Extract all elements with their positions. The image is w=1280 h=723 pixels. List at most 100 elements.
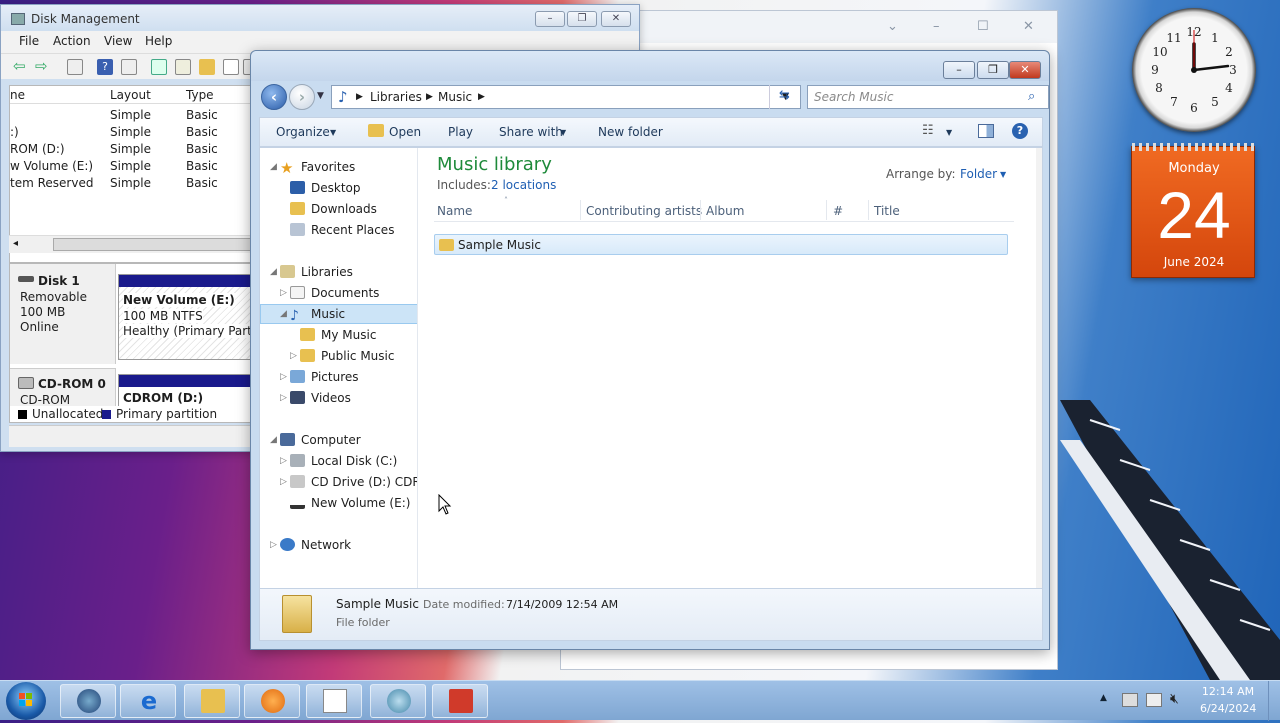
preview-pane-icon[interactable]: [978, 124, 994, 138]
expand-arrow-icon[interactable]: ▷: [280, 372, 287, 382]
nav-network[interactable]: Network: [280, 536, 351, 554]
taskbar-media-player[interactable]: [244, 684, 300, 718]
expand-arrow-icon[interactable]: ▷: [280, 393, 287, 403]
menu-action[interactable]: Action: [53, 34, 91, 48]
calendar-gadget[interactable]: Monday 24 June 2024: [1131, 143, 1256, 278]
taskbar-time[interactable]: 12:14 AM: [1200, 685, 1256, 698]
collapse-arrow-icon[interactable]: ◢: [270, 267, 277, 277]
forward-button[interactable]: ›: [289, 84, 315, 110]
vertical-scrollbar[interactable]: [1036, 148, 1042, 588]
folder-icon[interactable]: [199, 59, 215, 75]
organize-button[interactable]: Organize: [276, 125, 330, 139]
column-type[interactable]: Type: [186, 88, 214, 102]
clock-gadget[interactable]: 12 1 2 3 4 5 6 7 8 9 10 11: [1132, 8, 1256, 132]
search-box[interactable]: Search Music ⌕: [807, 85, 1049, 109]
recent-pages-chevron-icon[interactable]: ▼: [317, 91, 324, 101]
nav-libraries[interactable]: Libraries: [280, 263, 353, 281]
chevron-down-icon[interactable]: ⌄: [887, 19, 898, 34]
nav-my-music[interactable]: My Music: [300, 326, 376, 344]
show-hidden-icons-button[interactable]: ▲: [1100, 693, 1107, 703]
view-options-chevron-icon[interactable]: ▼: [946, 128, 952, 137]
column-number[interactable]: #: [833, 204, 843, 218]
taskbar-date[interactable]: 6/24/2024: [1200, 702, 1256, 715]
taskbar-explorer[interactable]: [184, 684, 240, 718]
minimize-button[interactable]: –: [933, 19, 940, 34]
maximize-button[interactable]: ☐: [977, 19, 989, 34]
show-desktop-button[interactable]: [1268, 681, 1280, 721]
refresh-icon[interactable]: [151, 59, 167, 75]
volume-e-block[interactable]: New Volume (E:) 100 MB NTFS Healthy (Pri…: [118, 274, 252, 360]
column-album[interactable]: Album: [706, 204, 744, 218]
collapse-arrow-icon[interactable]: ◢: [280, 309, 287, 319]
breadcrumb-separator-icon[interactable]: ▶: [356, 92, 363, 102]
expand-arrow-icon[interactable]: ▷: [270, 540, 277, 550]
breadcrumb-separator-icon[interactable]: ▶: [426, 92, 433, 102]
forward-arrow-icon[interactable]: ⇨: [35, 57, 51, 75]
search-input[interactable]: Search Music: [814, 90, 893, 104]
refresh-icon[interactable]: ⇆: [769, 85, 799, 109]
nav-cd-drive[interactable]: CD Drive (D:) CDROM: [290, 473, 417, 491]
expand-arrow-icon[interactable]: ▷: [280, 288, 287, 298]
horizontal-scrollbar[interactable]: ◂: [9, 235, 253, 253]
nav-local-disk[interactable]: Local Disk (C:): [290, 452, 397, 470]
help-icon[interactable]: ?: [97, 59, 113, 75]
column-name[interactable]: Name: [437, 204, 472, 218]
breadcrumb-music[interactable]: Music: [438, 90, 472, 104]
expand-arrow-icon[interactable]: ▷: [290, 351, 297, 361]
column-title[interactable]: Title: [874, 204, 900, 218]
properties-icon[interactable]: [121, 59, 137, 75]
address-bar[interactable]: ♪ ▶ Libraries ▶ Music ▶ ▼: [331, 85, 801, 109]
includes-locations-link[interactable]: 2 locations: [491, 178, 556, 192]
nav-computer[interactable]: Computer: [280, 431, 361, 449]
nav-desktop[interactable]: Desktop: [290, 179, 361, 197]
collapse-arrow-icon[interactable]: ◢: [270, 435, 277, 445]
column-layout[interactable]: Layout: [110, 88, 151, 102]
change-view-icon[interactable]: ☷: [922, 123, 934, 138]
list-item[interactable]: Sample Music: [434, 234, 1008, 255]
nav-favorites[interactable]: ★ Favorites: [280, 158, 355, 177]
back-button[interactable]: ‹: [261, 84, 287, 110]
open-button[interactable]: Open: [389, 125, 421, 139]
scroll-left-icon[interactable]: ◂: [13, 238, 18, 249]
minimize-button[interactable]: –: [943, 61, 975, 79]
maximize-button[interactable]: ❐: [977, 61, 1009, 79]
start-button[interactable]: [6, 682, 46, 720]
menu-view[interactable]: View: [104, 34, 132, 48]
help-icon[interactable]: ?: [1012, 123, 1028, 139]
search-icon[interactable]: ⌕: [1028, 89, 1035, 104]
menu-file[interactable]: File: [19, 34, 39, 48]
breadcrumb-libraries[interactable]: Libraries: [370, 90, 422, 104]
nav-recent-places[interactable]: Recent Places: [290, 221, 394, 239]
volume-muted-icon[interactable]: 🔇︎: [1170, 691, 1179, 707]
nav-documents[interactable]: Documents: [290, 284, 379, 302]
back-arrow-icon[interactable]: ⇦: [13, 57, 29, 75]
nav-public-music[interactable]: Public Music: [300, 347, 394, 365]
search-icon[interactable]: [223, 59, 239, 75]
taskbar-magnifier[interactable]: [370, 684, 426, 718]
play-button[interactable]: Play: [448, 125, 473, 139]
menu-help[interactable]: Help: [145, 34, 172, 48]
share-with-button[interactable]: Share with: [499, 125, 563, 139]
action-center-icon[interactable]: [1122, 693, 1138, 707]
column-name[interactable]: ne: [10, 88, 25, 102]
collapse-arrow-icon[interactable]: ◢: [270, 162, 277, 172]
nav-new-volume[interactable]: New Volume (E:): [290, 494, 410, 512]
disk1-info[interactable]: Disk 1 Removable 100 MB Online: [10, 264, 116, 364]
expand-arrow-icon[interactable]: ▷: [280, 456, 287, 466]
close-button[interactable]: ✕: [1009, 61, 1041, 79]
scrollbar-thumb[interactable]: [53, 238, 253, 251]
rescan-icon[interactable]: [175, 59, 191, 75]
taskbar-internet-explorer[interactable]: e: [120, 684, 176, 718]
network-icon[interactable]: [1146, 693, 1162, 707]
taskbar-disk-management[interactable]: [60, 684, 116, 718]
taskbar-toolbox[interactable]: [432, 684, 488, 718]
nav-videos[interactable]: Videos: [290, 389, 351, 407]
breadcrumb-separator-icon[interactable]: ▶: [478, 92, 485, 102]
close-button[interactable]: ✕: [601, 11, 631, 27]
arrange-by-dropdown[interactable]: Folder: [960, 167, 997, 181]
column-contributing-artists[interactable]: Contributing artists: [586, 204, 702, 218]
close-button[interactable]: ✕: [1023, 19, 1034, 34]
maximize-button[interactable]: ❐: [567, 11, 597, 27]
new-folder-button[interactable]: New folder: [598, 125, 663, 139]
nav-pictures[interactable]: Pictures: [290, 368, 359, 386]
